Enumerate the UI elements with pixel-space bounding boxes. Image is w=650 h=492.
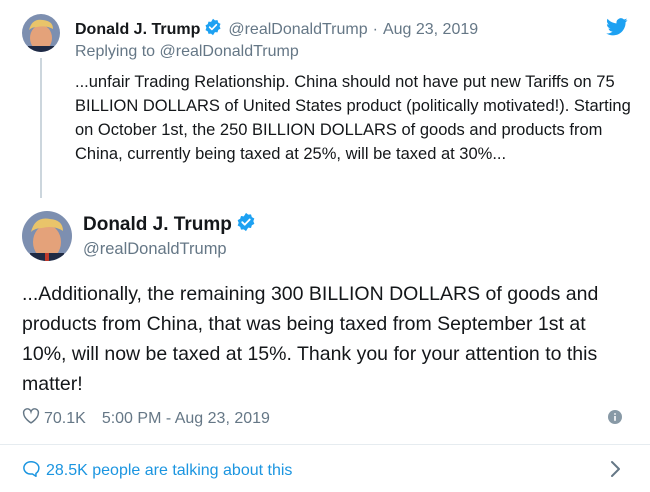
comment-bubble-icon <box>22 460 40 482</box>
chevron-right-icon[interactable] <box>610 460 622 483</box>
parent-tweet-header: Donald J. Trump @realDonaldTrump · Aug 2… <box>75 18 478 41</box>
author-name[interactable]: Donald J. Trump <box>83 214 232 236</box>
like-count[interactable]: 70.1K <box>44 410 86 428</box>
heart-icon[interactable] <box>22 408 40 429</box>
author-handle[interactable]: @realDonaldTrump <box>83 240 227 259</box>
main-tweet-text: ...Additionally, the remaining 300 BILLI… <box>22 283 599 395</box>
avatar[interactable] <box>22 14 60 52</box>
twitter-bird-icon[interactable] <box>606 18 628 41</box>
info-icon[interactable] <box>608 410 622 429</box>
people-talking-link[interactable]: 28.5K people are talking about this <box>22 460 292 482</box>
main-tweet-name-row: Donald J. Trump <box>83 212 262 238</box>
thread-line <box>40 58 42 198</box>
tweet-timestamp[interactable]: 5:00 PM - Aug 23, 2019 <box>102 410 270 428</box>
verified-badge-icon <box>204 18 222 41</box>
parent-tweet-text: ...unfair Trading Relationship. China sh… <box>75 73 631 163</box>
tweet-date[interactable]: Aug 23, 2019 <box>383 21 478 39</box>
author-name[interactable]: Donald J. Trump <box>75 21 200 39</box>
people-talking-label: 28.5K people are talking about this <box>46 462 293 479</box>
avatar[interactable] <box>22 211 72 261</box>
verified-badge-icon <box>236 212 256 238</box>
divider <box>0 444 650 445</box>
replying-to[interactable]: Replying to @realDonaldTrump <box>75 43 299 61</box>
separator: · <box>372 20 378 38</box>
author-handle[interactable]: @realDonaldTrump <box>228 21 367 39</box>
tweet-footer: 70.1K 5:00 PM - Aug 23, 2019 <box>22 408 270 429</box>
